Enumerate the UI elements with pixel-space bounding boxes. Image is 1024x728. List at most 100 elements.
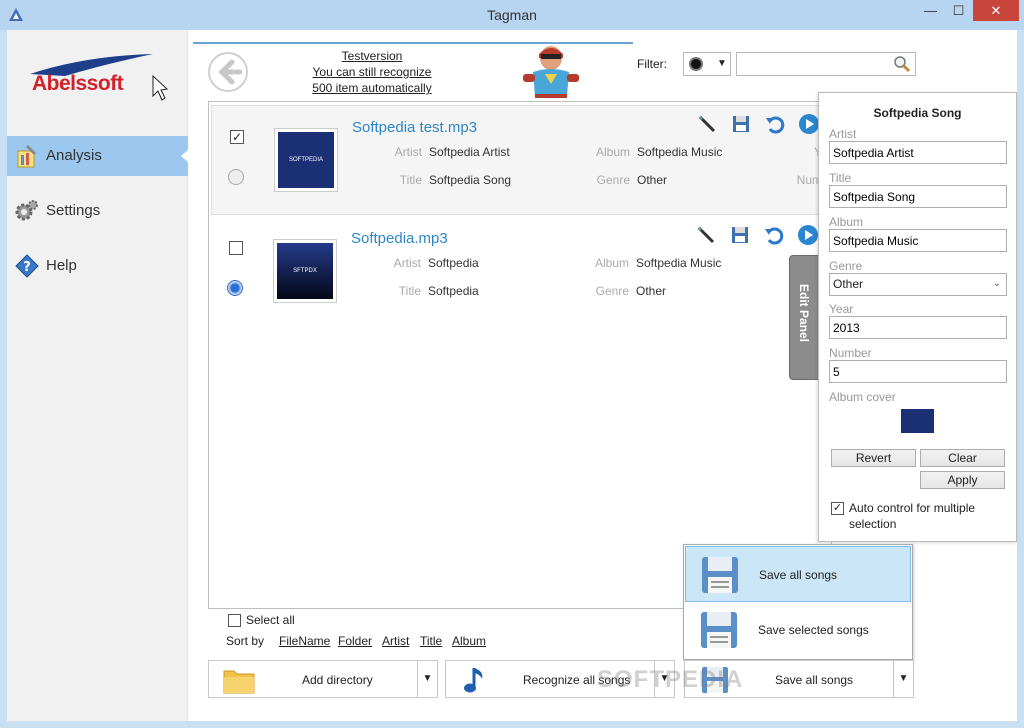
revert-button[interactable]: Revert [831, 449, 916, 467]
undo-icon[interactable] [763, 224, 785, 246]
field-label: Y [752, 145, 822, 159]
sidebar-item-help[interactable]: ? Help [7, 246, 188, 286]
title-field[interactable] [829, 185, 1007, 208]
analysis-icon [17, 145, 36, 168]
sidebar-item-label: Help [46, 257, 77, 274]
genre-select-value: Other [833, 277, 864, 291]
save-icon[interactable] [729, 224, 751, 246]
filter-dropdown[interactable]: ▼ [683, 52, 731, 76]
list-item[interactable]: ✓ SOFTPEDIA Softpedia test.mp3 Artist So… [211, 105, 831, 215]
album-cover-thumbnail[interactable] [901, 409, 934, 433]
song-filename[interactable]: Softpedia.mp3 [351, 230, 448, 247]
help-icon: ? [15, 254, 39, 278]
clear-button[interactable]: Clear [920, 449, 1005, 467]
genre-select[interactable]: Other ⌄ [829, 273, 1007, 296]
edit-panel-tab[interactable]: Edit Panel [789, 255, 819, 380]
sidebar-item-label: Analysis [46, 147, 102, 164]
sidebar-item-analysis[interactable]: Analysis [7, 136, 189, 176]
song-radio[interactable] [228, 169, 244, 185]
save-icon[interactable] [730, 113, 752, 135]
trial-notice-line[interactable]: 500 item automatically [297, 80, 447, 96]
back-button[interactable] [208, 52, 248, 92]
play-icon[interactable] [798, 113, 820, 135]
chevron-down-icon[interactable]: ▼ [893, 661, 913, 697]
auto-control-checkbox[interactable]: ✓ [831, 502, 844, 515]
maximize-button[interactable]: ☐ [945, 0, 972, 21]
undo-icon[interactable] [764, 113, 786, 135]
chevron-down-icon[interactable]: ▼ [417, 661, 437, 697]
year-label: Year [829, 302, 854, 316]
logo-text: Abelssoft [32, 72, 124, 95]
apply-button[interactable]: Apply [920, 471, 1005, 489]
song-radio[interactable] [227, 280, 243, 296]
album-value: Softpedia Music [636, 256, 722, 270]
close-button[interactable]: ✕ [973, 0, 1019, 21]
album-cover: SOFTPEDIA [274, 128, 338, 192]
select-all-checkbox[interactable] [228, 614, 241, 627]
sort-by-label: Sort by [226, 634, 265, 648]
field-label: Album [594, 256, 629, 270]
title-value: Softpedia Song [429, 173, 512, 187]
sort-link-artist[interactable]: Artist [382, 634, 409, 648]
cover-text: SOFTPEDIA [278, 132, 334, 188]
album-field[interactable] [829, 229, 1007, 252]
song-toolbar [696, 113, 836, 135]
play-icon[interactable] [797, 224, 819, 246]
menu-item-label: Save selected songs [758, 623, 869, 637]
minimize-button[interactable]: — [917, 0, 944, 21]
sort-link-title[interactable]: Title [420, 634, 442, 648]
field-label: Artist [393, 256, 421, 270]
add-directory-button[interactable]: Add directory ▼ [208, 660, 438, 698]
year-field[interactable] [829, 316, 1007, 339]
title-bar: Tagman — ☐ ✕ [0, 0, 1024, 30]
sidebar: Abelssoft Analysis Settings ? Help [7, 30, 189, 721]
chevron-down-icon: ▼ [717, 58, 727, 69]
back-arrow-icon [218, 59, 243, 85]
music-note-icon [464, 668, 483, 693]
field-label: Artist [394, 145, 422, 159]
chevron-down-icon: ⌄ [992, 278, 1001, 289]
field-label: Genre [595, 284, 629, 298]
cover-text: SFTPDX [277, 243, 333, 299]
edit-panel: Softpedia Song Artist Title Album Genre … [818, 92, 1017, 542]
save-all-label: Save all songs [775, 673, 854, 687]
menu-item-save-selected[interactable]: Save selected songs [685, 602, 911, 658]
song-checkbox[interactable] [229, 241, 243, 255]
sidebar-item-settings[interactable]: Settings [7, 191, 188, 231]
menu-item-save-all[interactable]: Save all songs [685, 546, 911, 602]
auto-control-label: Auto control for multiple selection [849, 501, 976, 531]
sort-link-folder[interactable]: Folder [338, 634, 372, 648]
artist-value: Softpedia Artist [429, 145, 510, 159]
select-all-label[interactable]: Select all [246, 613, 295, 627]
watermark: SOFTPEDIA [597, 666, 744, 693]
sort-link-album[interactable]: Album [452, 634, 486, 648]
trial-notice-line[interactable]: Testversion [297, 48, 447, 64]
search-icon[interactable] [892, 55, 912, 73]
trial-notice-line[interactable]: You can still recognize [297, 64, 447, 80]
title-label: Title [829, 171, 852, 185]
album-value: Softpedia Music [637, 145, 723, 159]
genre-value: Other [637, 173, 668, 187]
save-menu: Save all songs Save selected songs [683, 544, 913, 660]
svg-text:?: ? [23, 260, 31, 275]
wand-icon[interactable] [695, 224, 717, 246]
field-label: Num [796, 173, 822, 187]
trial-notice[interactable]: Testversion You can still recognize 500 … [297, 48, 447, 96]
search-input[interactable] [736, 52, 916, 76]
filter-color-dot [689, 57, 703, 71]
wand-icon[interactable] [696, 113, 718, 135]
song-list[interactable]: ✓ SOFTPEDIA Softpedia test.mp3 Artist So… [208, 101, 832, 609]
menu-item-label: Save all songs [759, 568, 838, 582]
song-filename[interactable]: Softpedia test.mp3 [352, 119, 477, 136]
field-label: Genre [596, 173, 630, 187]
list-item[interactable]: SFTPDX Softpedia.mp3 Artist Softpedia Ti… [211, 217, 831, 327]
song-checkbox[interactable]: ✓ [230, 130, 244, 144]
number-field[interactable] [829, 360, 1007, 383]
sort-link-filename[interactable]: FileName [279, 634, 330, 648]
song-toolbar [695, 224, 835, 246]
album-cover-label: Album cover [829, 390, 896, 404]
artist-field[interactable] [829, 141, 1007, 164]
field-label: Title [398, 284, 421, 298]
window-title: Tagman [487, 7, 537, 23]
album-cover: SFTPDX [273, 239, 337, 303]
